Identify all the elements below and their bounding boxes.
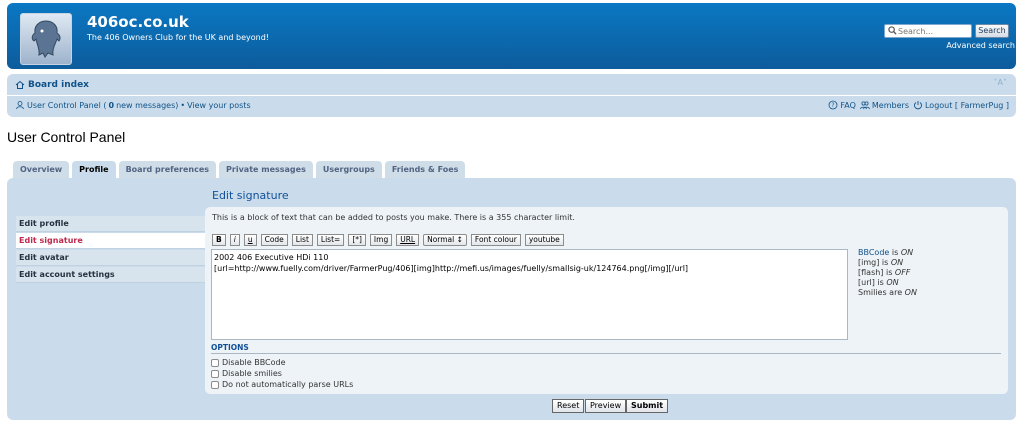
search-icon	[888, 26, 897, 35]
font-resize-control[interactable]: ˅A˄	[994, 78, 1007, 87]
advanced-search-link[interactable]: Advanced search	[946, 41, 1015, 50]
youtube-button[interactable]: youtube	[524, 234, 564, 246]
menu-item-edit-account-settings[interactable]: Edit account settings	[16, 267, 212, 283]
no-parse-urls-label: Do not automatically parse URLs	[222, 380, 354, 389]
url-status-value: ON	[886, 278, 899, 287]
url-button[interactable]: URL	[396, 234, 420, 246]
disable-smilies-label: Disable smilies	[222, 369, 282, 378]
members-icon	[860, 101, 870, 110]
home-icon	[15, 80, 25, 89]
view-posts-link[interactable]: View your posts	[187, 101, 251, 110]
options-heading: OPTIONS	[211, 343, 1001, 354]
svg-text:?: ?	[832, 102, 835, 109]
site-name[interactable]: 406oc.co.uk	[87, 13, 189, 31]
power-icon	[914, 101, 922, 110]
nav-separator: •	[180, 100, 186, 110]
section-title: Edit signature	[212, 189, 289, 202]
smilies-status-value: ON	[904, 288, 917, 297]
img-status-label: [img] is	[858, 258, 891, 267]
ucp-panel: Edit profile Edit signature Edit avatar …	[7, 178, 1016, 420]
navbar: Board index ˅A˄ User Control Panel (0 ne…	[7, 74, 1016, 117]
option-disable-smilies[interactable]: Disable smilies	[211, 369, 282, 378]
site-header: 406oc.co.uk The 406 Owners Club for the …	[7, 3, 1016, 69]
board-index-label: Board index	[28, 80, 89, 90]
logout-label: Logout [ FarmerPug ]	[924, 100, 1009, 110]
menu-item-edit-profile[interactable]: Edit profile	[16, 216, 212, 232]
signature-form: This is a block of text that can be adde…	[205, 207, 1008, 394]
font-size-select[interactable]: Normal ↕	[423, 234, 467, 246]
select-arrows-icon: ↕	[456, 235, 463, 244]
new-messages-count: 0	[108, 100, 115, 110]
disable-bbcode-checkbox[interactable]	[211, 358, 219, 367]
bbcode-status: BBCode is ON [img] is ON [flash] is OFF …	[858, 248, 917, 298]
tab-private-messages[interactable]: Private messages	[219, 161, 313, 179]
menu-item-edit-avatar[interactable]: Edit avatar	[16, 250, 212, 266]
faq-label: FAQ	[840, 100, 856, 110]
bbcode-is-label: is	[889, 248, 901, 257]
members-label: Members	[871, 100, 909, 110]
ucp-links: User Control Panel (0 new messages) • Vi…	[15, 100, 251, 110]
disable-smilies-checkbox[interactable]	[211, 369, 219, 378]
tab-board-preferences[interactable]: Board preferences	[118, 161, 217, 179]
nav-breadcrumbs: Board index ˅A˄	[7, 74, 1016, 96]
reset-button[interactable]: Reset	[552, 399, 585, 413]
font-size-value: Normal	[427, 235, 455, 244]
site-description: The 406 Owners Club for the UK and beyon…	[87, 33, 270, 42]
user-links: ? FAQ Members Logout [ FarmerPug ]	[828, 100, 1009, 110]
italic-button[interactable]: i	[229, 234, 240, 246]
signature-explain: This is a block of text that can be adde…	[212, 213, 575, 222]
search-button[interactable]: Search	[975, 24, 1009, 38]
user-icon	[16, 101, 24, 110]
bold-button[interactable]: B	[212, 234, 226, 246]
url-status-label: [url] is	[858, 278, 887, 287]
list-item-button[interactable]: [*]	[348, 234, 366, 246]
smilies-status-label: Smilies are	[858, 288, 905, 297]
preview-button[interactable]: Preview	[585, 399, 627, 413]
font-colour-button[interactable]: Font colour	[470, 234, 521, 246]
tab-profile[interactable]: Profile	[72, 161, 116, 179]
submit-button[interactable]: Submit	[626, 399, 669, 413]
bbcode-status-value: ON	[900, 248, 914, 257]
faq-icon: ?	[829, 100, 838, 110]
tab-friends-foes[interactable]: Friends & Foes	[384, 161, 466, 179]
flash-status-label: [flash] is	[858, 268, 895, 277]
lion-logo-icon[interactable]	[20, 13, 72, 65]
logout-link[interactable]: Logout [ FarmerPug ]	[913, 100, 1009, 110]
profile-menu: Edit profile Edit signature Edit avatar …	[16, 216, 212, 284]
option-no-parse-urls[interactable]: Do not automatically parse URLs	[211, 380, 353, 389]
menu-item-edit-signature[interactable]: Edit signature	[16, 233, 212, 249]
page-title: User Control Panel	[7, 129, 126, 145]
tab-usergroups[interactable]: Usergroups	[315, 161, 382, 179]
option-disable-bbcode[interactable]: Disable BBCode	[211, 358, 286, 367]
ucp-tabs: Overview Profile Board preferences Priva…	[13, 161, 466, 179]
tab-overview[interactable]: Overview	[13, 161, 70, 179]
signature-textarea[interactable]: 2002 406 Executive HDi 110 [url=http://w…	[211, 249, 848, 340]
flash-status-value: OFF	[894, 268, 911, 277]
code-button[interactable]: Code	[260, 234, 288, 246]
disable-bbcode-label: Disable BBCode	[222, 358, 286, 367]
ordered-list-button[interactable]: List=	[316, 234, 345, 246]
no-parse-urls-checkbox[interactable]	[211, 380, 219, 389]
img-status-value: ON	[890, 258, 904, 267]
bbcode-toolbar: B i u Code List List= [*] Img URL Normal…	[212, 234, 564, 246]
faq-link[interactable]: ? FAQ	[828, 100, 856, 110]
bbcode-help-link[interactable]: BBCode	[858, 248, 889, 257]
ucp-label: User Control Panel (	[27, 100, 107, 110]
members-link[interactable]: Members	[860, 100, 909, 110]
list-button[interactable]: List	[291, 234, 313, 246]
underline-button[interactable]: u	[243, 234, 257, 246]
img-button[interactable]: Img	[369, 234, 393, 246]
search-input[interactable]	[884, 24, 972, 38]
ucp-link[interactable]: User Control Panel (0 new messages)	[27, 101, 178, 110]
board-index-link[interactable]: Board index	[15, 80, 89, 90]
ucp-suffix: new messages)	[116, 100, 179, 110]
